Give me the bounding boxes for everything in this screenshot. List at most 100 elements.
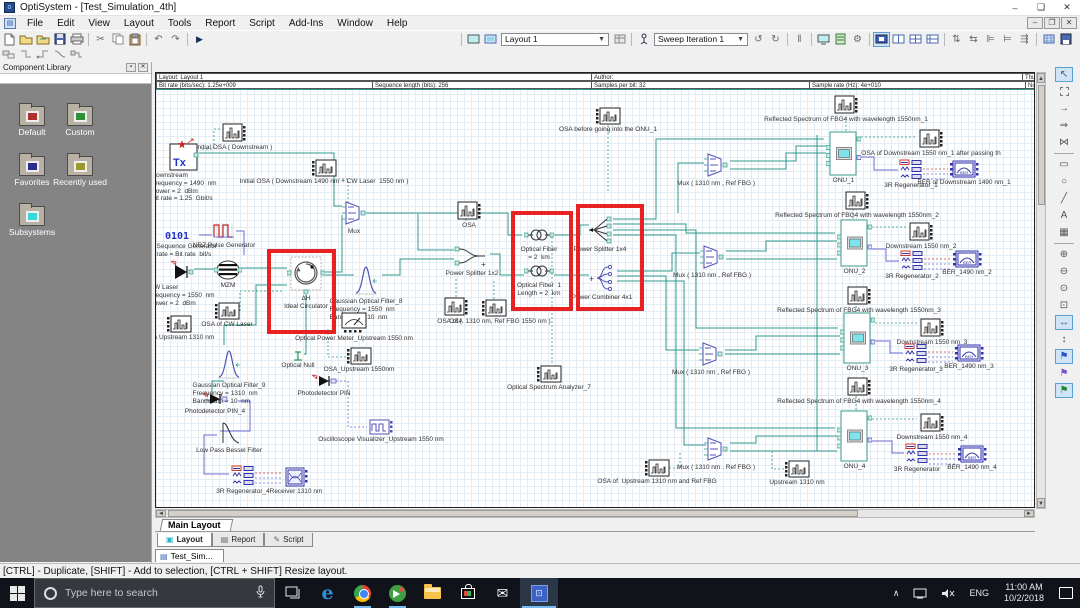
text-tool-icon[interactable]: A: [1055, 208, 1073, 223]
layout-view-icon[interactable]: [465, 32, 482, 47]
whole-design-view-icon[interactable]: [873, 31, 890, 47]
minimize-button[interactable]: –: [1002, 0, 1028, 16]
library-folder-subsystems[interactable]: Subsystems: [0, 203, 64, 238]
select-tool-icon[interactable]: ↖: [1055, 67, 1073, 82]
component-mux[interactable]: [342, 199, 366, 232]
split-horizontal-icon[interactable]: [924, 32, 941, 47]
component-cw-laser[interactable]: [169, 257, 195, 288]
component-reflected-spectrum-of-fbg4-with-wavelength-1550nm-3[interactable]: [847, 286, 871, 311]
open-icon[interactable]: [17, 32, 34, 47]
component-3r-regenerator-4[interactable]: [231, 465, 255, 492]
clock[interactable]: 11:00 AM 10/2/2018: [996, 582, 1052, 605]
line-tool-icon[interactable]: ╱: [1055, 191, 1073, 206]
component-order-2-icon[interactable]: ⇆: [965, 32, 982, 47]
component-mux-1310-nm-ref-fbg[interactable]: [704, 435, 728, 468]
component-downstream-1550-nm-4[interactable]: [920, 413, 944, 438]
component-upstream-1310-nm[interactable]: [784, 460, 810, 483]
component-downstream[interactable]: Tx: [169, 137, 199, 176]
component-ber-of-downstream-1490-nm-1[interactable]: BER: [949, 160, 979, 183]
distribute-icon[interactable]: ⇶: [1016, 32, 1033, 47]
component-photodetector-pin[interactable]: [311, 373, 337, 394]
canvas-horizontal-scrollbar[interactable]: ◄ ►: [155, 509, 1035, 518]
component-osa[interactable]: [444, 297, 468, 322]
canvas-vertical-scrollbar[interactable]: ▲ ▼: [1036, 72, 1046, 509]
menu-help[interactable]: Help: [380, 18, 415, 29]
component-downstream-1550-nm-3[interactable]: [920, 318, 944, 343]
cut-icon[interactable]: ✂: [92, 32, 109, 47]
prev-iteration-icon[interactable]: ↺: [750, 32, 767, 47]
layout-select[interactable]: Layout 1 ▼: [501, 32, 609, 46]
chrome-icon[interactable]: [345, 578, 380, 608]
store-icon[interactable]: [450, 578, 485, 608]
split-vertical-icon[interactable]: [890, 32, 907, 47]
panel-close-icon[interactable]: ✕: [138, 63, 148, 72]
edge-icon[interactable]: e: [310, 578, 345, 608]
component-onu-1[interactable]: [825, 131, 862, 181]
component-initial-osa-downstream[interactable]: [222, 123, 246, 148]
component-3r-regenerator-1[interactable]: [899, 159, 923, 186]
connect-style-1-icon[interactable]: [17, 47, 34, 62]
component-receiver-1310-nm[interactable]: [284, 467, 308, 492]
tray-chevron-icon[interactable]: ∧: [886, 578, 907, 608]
menu-layout[interactable]: Layout: [117, 18, 161, 29]
layer-flag-3-icon[interactable]: ⚑: [1055, 383, 1073, 398]
component-gaussian-optical-filter-8[interactable]: [354, 263, 378, 302]
sweep-iteration-select[interactable]: Sweep Iteration 1 ▼: [654, 32, 748, 46]
scroll-right-icon[interactable]: ►: [1024, 510, 1034, 517]
component-osa-upstream-1310-nm[interactable]: [166, 315, 192, 338]
start-button[interactable]: [0, 578, 34, 608]
network-icon[interactable]: [906, 578, 934, 608]
save-icon[interactable]: [51, 32, 68, 47]
fit-vertical-tool-icon[interactable]: ↕: [1055, 332, 1073, 347]
print-icon[interactable]: [68, 32, 85, 47]
menu-report[interactable]: Report: [198, 18, 242, 29]
copy-icon[interactable]: [109, 32, 126, 47]
ellipse-tool-icon[interactable]: ○: [1055, 174, 1073, 189]
align-top-icon[interactable]: ⊨: [999, 32, 1016, 47]
component-low-pass-bessel-filter[interactable]: [217, 420, 241, 451]
optisystem-taskbar-icon[interactable]: ⊡: [520, 578, 558, 608]
menu-edit[interactable]: Edit: [50, 18, 81, 29]
menu-addins[interactable]: Add-Ins: [282, 18, 330, 29]
component-onu-2[interactable]: [836, 219, 873, 272]
connect-style-3-icon[interactable]: [51, 47, 68, 62]
component-optical-power-meter-upstream-1550-nm[interactable]: [341, 312, 367, 339]
layer-flag-2-icon[interactable]: ⚑: [1055, 366, 1073, 381]
volume-muted-icon[interactable]: [934, 578, 962, 608]
component-downstream-1550-nm-2[interactable]: [909, 222, 933, 247]
calculator-icon[interactable]: [832, 32, 849, 47]
split-grid-icon[interactable]: [907, 32, 924, 47]
align-left-icon[interactable]: ⊫: [982, 32, 999, 47]
tab-script[interactable]: ✎ Script: [264, 533, 313, 547]
connect-style-2-icon[interactable]: [34, 47, 51, 62]
tab-report[interactable]: ▤ Report: [211, 533, 265, 547]
component-onu-4[interactable]: [836, 410, 873, 467]
mail-icon[interactable]: ✉: [485, 578, 520, 608]
component-mux-1310-nm-ref-fbg[interactable]: [700, 243, 724, 276]
menu-script[interactable]: Script: [242, 18, 282, 29]
tab-main-layout[interactable]: Main Layout: [159, 519, 233, 531]
zoom-out-tool-icon[interactable]: ⊖: [1055, 264, 1073, 279]
component-reflected-spectrum-of-fbg4-with-wavelength-1550nm-4[interactable]: [847, 377, 871, 402]
task-view-icon[interactable]: [275, 578, 310, 608]
pause-icon[interactable]: ‖: [791, 32, 808, 47]
green-app-icon[interactable]: [380, 578, 415, 608]
mdi-close-button[interactable]: ✕: [1061, 17, 1077, 29]
mdi-minimize-button[interactable]: –: [1027, 17, 1043, 29]
component-photodetector-pin-4[interactable]: [202, 391, 228, 412]
grid-settings-icon[interactable]: [1040, 32, 1057, 47]
component-order-1-icon[interactable]: ⇅: [948, 32, 965, 47]
component-osa[interactable]: [457, 201, 481, 226]
component-3r-regenerator-2[interactable]: [900, 250, 924, 277]
connect-tool-icon[interactable]: →: [1055, 101, 1073, 116]
connect-style-4-icon[interactable]: [68, 47, 85, 62]
component-optical-spectrum-analyzer-7[interactable]: [536, 365, 562, 388]
component-initial-osa-downstream-1490-nm-cw-laser-1550-nm[interactable]: [311, 159, 337, 182]
component-onu-3[interactable]: [839, 312, 876, 369]
duplicate-tool-icon[interactable]: [0, 47, 17, 62]
sweep-icon[interactable]: [635, 32, 652, 47]
file-explorer-icon[interactable]: [415, 578, 450, 608]
zoom-page-tool-icon[interactable]: ⊙: [1055, 281, 1073, 296]
component-osa-of-upstream-1310-nm-and-ref-fbg[interactable]: [644, 459, 670, 482]
component-power-splitter-1x2[interactable]: +: [454, 243, 490, 274]
